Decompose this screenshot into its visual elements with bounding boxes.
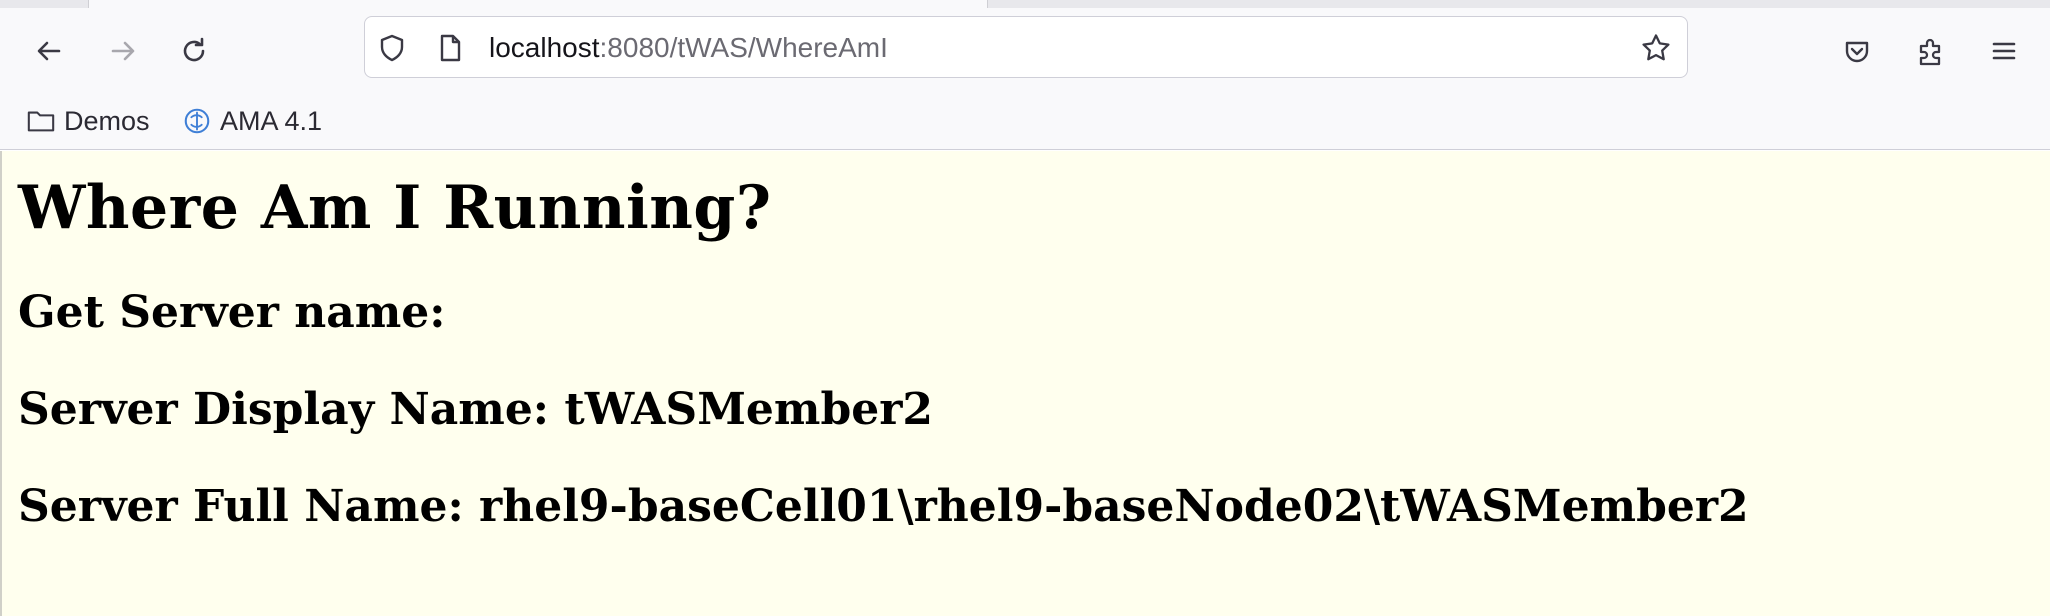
- active-tab[interactable]: [88, 0, 988, 8]
- page-info-button[interactable]: [433, 31, 467, 65]
- get-server-name-heading: Get Server name:: [18, 287, 446, 338]
- reload-button[interactable]: [171, 28, 217, 74]
- star-icon: [1642, 34, 1670, 61]
- url-path: :8080/tWAS/WhereAmI: [599, 32, 888, 63]
- extensions-button[interactable]: [1907, 28, 1953, 74]
- forward-button[interactable]: [100, 28, 146, 74]
- app-menu-button[interactable]: [1981, 28, 2027, 74]
- server-display-name: Server Display Name: tWASMember2: [18, 384, 934, 435]
- page-content: Where Am I Running? Get Server name: Ser…: [0, 151, 2050, 616]
- menu-icon: [1992, 42, 2016, 60]
- url-host: localhost: [489, 32, 600, 63]
- pocket-button[interactable]: [1834, 28, 1880, 74]
- url-text[interactable]: localhost:8080/tWAS/WhereAmI: [489, 31, 888, 65]
- reload-icon: [183, 37, 205, 62]
- url-bar[interactable]: localhost:8080/tWAS/WhereAmI: [364, 16, 1688, 78]
- extensions-icon: [1919, 38, 1941, 66]
- tab-strip: [0, 0, 2050, 8]
- back-button[interactable]: [26, 28, 72, 74]
- pocket-icon: [1845, 41, 1869, 63]
- bookmark-ama[interactable]: AMA 4.1: [182, 102, 322, 140]
- page-title: Where Am I Running?: [18, 173, 772, 243]
- bookmark-demos-label: Demos: [64, 105, 150, 136]
- ama-icon: [184, 108, 210, 134]
- forward-arrow-icon: [111, 41, 135, 61]
- page-icon: [440, 34, 461, 62]
- bookmark-ama-label: AMA 4.1: [220, 105, 323, 136]
- folder-icon: [27, 111, 55, 132]
- server-full-name: Server Full Name: rhel9-baseCell01\rhel9…: [18, 481, 1749, 532]
- bookmarks-toolbar: Demos AMA 4.1: [0, 94, 2050, 150]
- shield-icon: [380, 34, 404, 62]
- bookmark-star-button[interactable]: [1639, 31, 1673, 65]
- site-security-button[interactable]: [375, 31, 409, 65]
- navigation-toolbar: localhost:8080/tWAS/WhereAmI: [0, 8, 2050, 94]
- bookmark-demos[interactable]: Demos: [26, 102, 150, 140]
- back-arrow-icon: [37, 41, 61, 61]
